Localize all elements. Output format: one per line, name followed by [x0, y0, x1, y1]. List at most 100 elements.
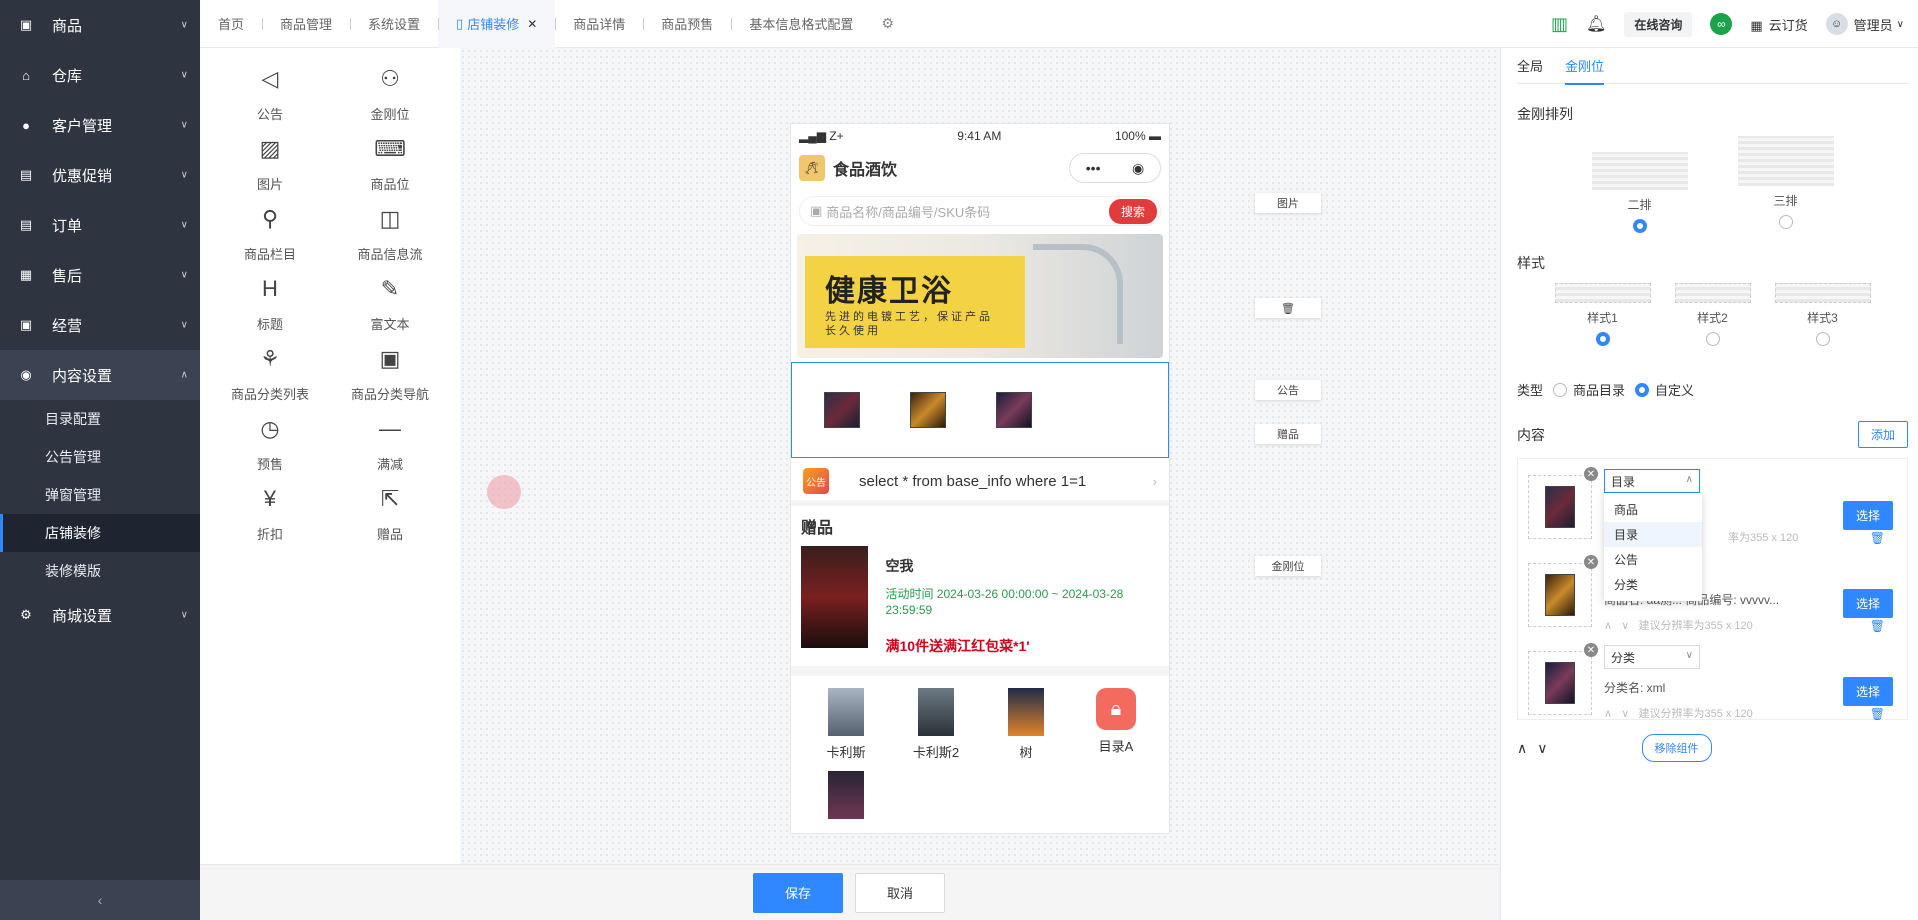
- record-icon[interactable]: ◉: [1132, 160, 1144, 177]
- widget-gift[interactable]: ⇱ 赠品: [330, 484, 450, 543]
- trash-icon[interactable]: 🗑︎: [1870, 619, 1885, 633]
- sidebar-sub-catalog[interactable]: 目录配置: [0, 400, 200, 438]
- kingkong-item[interactable]: 树: [981, 688, 1071, 761]
- item-image[interactable]: [1528, 651, 1592, 715]
- kingkong-item[interactable]: [801, 771, 891, 825]
- add-button[interactable]: 添加: [1857, 421, 1908, 448]
- trash-icon[interactable]: 🗑︎: [1870, 707, 1885, 721]
- tab-goods-presale[interactable]: 商品预售: [643, 0, 731, 48]
- radio-style-1[interactable]: [1595, 332, 1610, 346]
- widget-category-nav[interactable]: ▣ 商品分类导航: [330, 344, 450, 403]
- dropdown-option-category[interactable]: 分类: [1604, 572, 1702, 597]
- radio-two-rows[interactable]: [1632, 219, 1647, 233]
- widget-goods-column[interactable]: ⚲ 商品栏目: [210, 204, 330, 263]
- tab-kingkong[interactable]: 金刚位: [1565, 56, 1605, 85]
- dropdown-option-notice[interactable]: 公告: [1604, 547, 1702, 572]
- cloud-order-link[interactable]: ▦ 云订货: [1750, 15, 1807, 34]
- move-up-icon[interactable]: ∧: [1517, 740, 1527, 757]
- phone-search-bar[interactable]: ▣ 商品名称/商品编号/SKU条码 搜索: [799, 196, 1161, 226]
- canvas-label-gift[interactable]: 赠品: [1255, 424, 1321, 444]
- notice-bar[interactable]: 公告 select * from base_info where 1=1 ›: [791, 462, 1169, 506]
- widget-category-list[interactable]: ⚘ 商品分类列表: [210, 344, 330, 403]
- chevron-up-icon[interactable]: ∧: [1604, 620, 1612, 632]
- save-button[interactable]: 保存: [753, 872, 843, 913]
- sidebar-sub-decoration[interactable]: 店铺装修: [0, 514, 200, 552]
- widget-heading[interactable]: H 标题: [210, 274, 330, 333]
- chevron-up-icon[interactable]: ∧: [1604, 708, 1612, 720]
- type-select[interactable]: 目录 ∧: [1604, 469, 1700, 493]
- close-icon[interactable]: ✕: [1584, 467, 1598, 481]
- banner-image[interactable]: 健康卫浴 先进的电镀工艺，保证产品长久使用: [797, 234, 1163, 358]
- sidebar-item-business[interactable]: ▣ 经营 ∨: [0, 300, 200, 350]
- layout-two-rows[interactable]: 二排: [1591, 136, 1688, 233]
- style-option-3[interactable]: 样式3: [1774, 283, 1871, 346]
- dropdown-option-catalog[interactable]: 目录: [1604, 522, 1702, 547]
- tab-goods-detail[interactable]: 商品详情: [555, 0, 643, 48]
- move-down-icon[interactable]: ∨: [1537, 740, 1547, 757]
- tab-goods-manage[interactable]: 商品管理: [262, 0, 350, 48]
- widget-kingkong[interactable]: ⚇ 金刚位: [330, 64, 450, 123]
- settings-gear-icon[interactable]: ⚙: [871, 15, 904, 32]
- dropdown-option-goods[interactable]: 商品: [1604, 497, 1702, 522]
- kingkong-item[interactable]: 卡利斯: [801, 688, 891, 761]
- sidebar-item-customer[interactable]: ● 客户管理 ∨: [0, 100, 200, 150]
- item-image[interactable]: [1528, 563, 1592, 627]
- widget-presale[interactable]: ◷ 预售: [210, 414, 330, 473]
- type-custom[interactable]: 自定义: [1635, 380, 1694, 399]
- miniapp-capsule[interactable]: ••• ◉: [1069, 153, 1161, 183]
- selected-kingkong-block[interactable]: [791, 362, 1169, 458]
- tab-shop-decoration[interactable]: ▯ 店铺装修 ✕: [438, 0, 556, 48]
- radio-style-2[interactable]: [1705, 332, 1720, 346]
- close-icon[interactable]: ✕: [1584, 643, 1598, 657]
- canvas-label-image[interactable]: 图片: [1255, 193, 1321, 213]
- user-menu[interactable]: ☺ 管理员 ∨: [1825, 13, 1904, 35]
- sidebar-item-goods[interactable]: ▣ 商品 ∨: [0, 0, 200, 50]
- sidebar-sub-template[interactable]: 装修模版: [0, 552, 200, 590]
- delete-component-button[interactable]: 🗑︎: [1255, 298, 1321, 318]
- kingkong-item[interactable]: 🔒︎ 目录A: [1071, 688, 1161, 761]
- sidebar-sub-notice[interactable]: 公告管理: [0, 438, 200, 476]
- cancel-button[interactable]: 取消: [855, 872, 945, 913]
- radio-style-3[interactable]: [1815, 332, 1830, 346]
- chevron-down-icon[interactable]: ∨: [1621, 708, 1629, 720]
- sidebar-item-promo[interactable]: ▤ 优惠促销 ∨: [0, 150, 200, 200]
- widget-discount[interactable]: ¥ 折扣: [210, 484, 330, 543]
- canvas-label-notice[interactable]: 公告: [1255, 380, 1321, 400]
- sidebar-item-order[interactable]: ▤ 订单 ∨: [0, 200, 200, 250]
- sidebar-item-aftersale[interactable]: ▦ 售后 ∨: [0, 250, 200, 300]
- canvas-label-kingkong[interactable]: 金刚位: [1255, 556, 1321, 576]
- trash-icon[interactable]: 🗑︎: [1870, 531, 1885, 545]
- close-icon[interactable]: ✕: [1584, 555, 1598, 569]
- type-goods-catalog[interactable]: 商品目录: [1553, 380, 1625, 399]
- widget-image[interactable]: ▨ 图片: [210, 134, 330, 193]
- online-consult-button[interactable]: 在线咨询: [1624, 11, 1693, 37]
- choose-button[interactable]: 选择: [1842, 677, 1893, 706]
- remove-component-button[interactable]: 移除组件: [1641, 734, 1712, 762]
- widget-goods-slot[interactable]: ⌨ 商品位: [330, 134, 450, 193]
- close-icon[interactable]: ✕: [527, 17, 537, 31]
- tab-home[interactable]: 首页: [200, 0, 262, 48]
- sidebar-item-warehouse[interactable]: ⌂ 仓库 ∨: [0, 50, 200, 100]
- sidebar-item-content[interactable]: ◉ 内容设置 ∧: [0, 350, 200, 400]
- kingkong-item[interactable]: 卡利斯2: [891, 688, 981, 761]
- tab-basic-format[interactable]: 基本信息格式配置: [731, 0, 871, 48]
- sidebar-sub-popup[interactable]: 弹窗管理: [0, 476, 200, 514]
- item-image[interactable]: [1528, 475, 1592, 539]
- tab-system-setting[interactable]: 系统设置: [350, 0, 438, 48]
- layout-three-rows[interactable]: 三排: [1737, 136, 1834, 233]
- style-option-2[interactable]: 样式2: [1674, 283, 1751, 346]
- sidebar-collapse-button[interactable]: ‹: [0, 880, 200, 920]
- choose-button[interactable]: 选择: [1842, 589, 1893, 618]
- tab-global[interactable]: 全局: [1517, 56, 1543, 75]
- more-icon[interactable]: •••: [1086, 160, 1101, 176]
- widget-richtext[interactable]: ✎ 富文本: [330, 274, 450, 333]
- bell-icon[interactable]: 🔔︎: [1586, 14, 1606, 34]
- phone-search-button[interactable]: 搜索: [1108, 198, 1157, 224]
- widget-notice[interactable]: ◁ 公告: [210, 64, 330, 123]
- style-option-1[interactable]: 样式1: [1554, 283, 1651, 346]
- link-icon[interactable]: ∞: [1710, 13, 1733, 35]
- type-select[interactable]: 分类 ∨: [1604, 645, 1700, 669]
- widget-full-reduction[interactable]: — 满减: [330, 414, 450, 473]
- choose-button[interactable]: 选择: [1842, 501, 1893, 530]
- widget-goods-feed[interactable]: ◫ 商品信息流: [330, 204, 450, 263]
